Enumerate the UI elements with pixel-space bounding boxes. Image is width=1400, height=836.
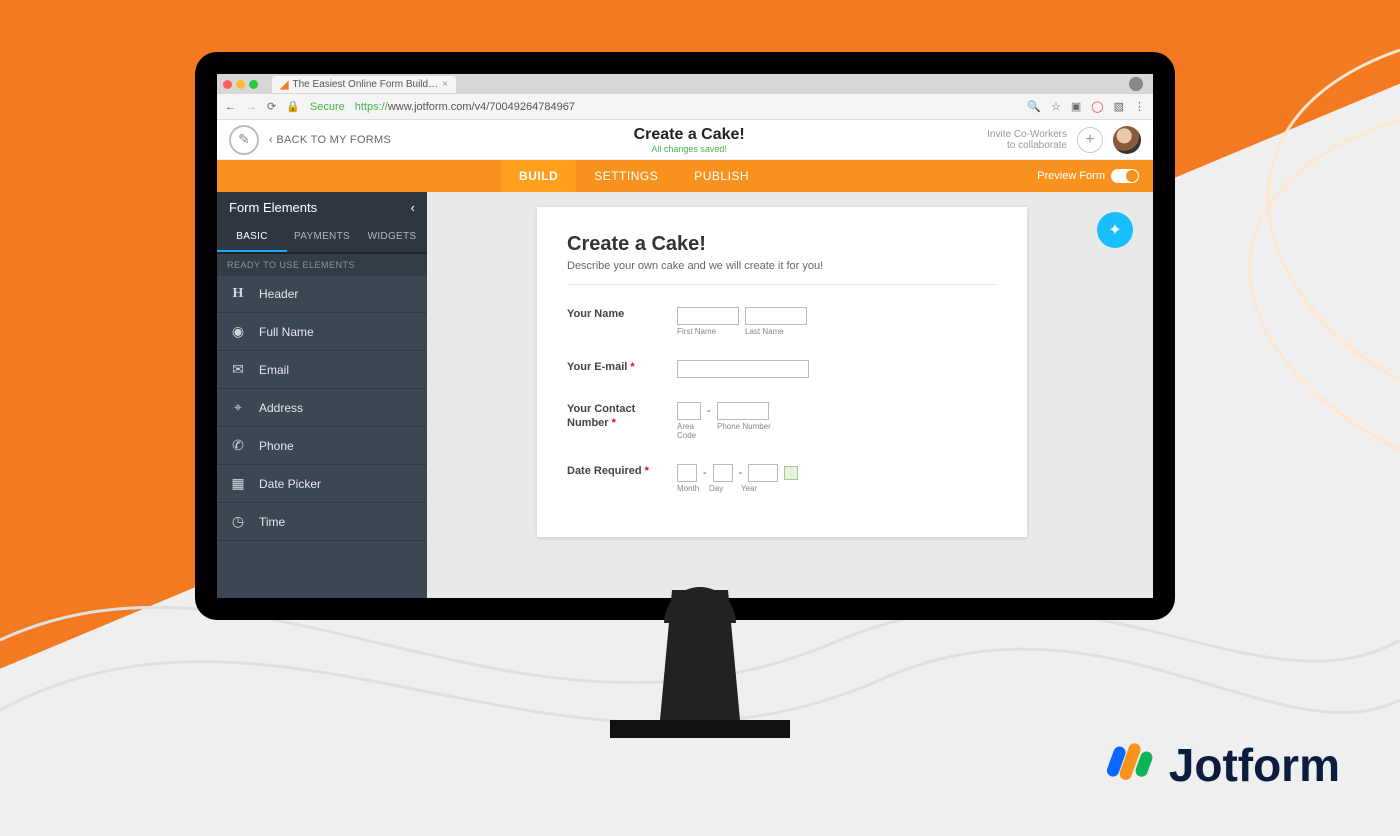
nav-reload-icon[interactable]: ⟳: [267, 100, 276, 113]
browser-address-bar: ← → ⟳ 🔒 Secure https://www.jotform.com/v…: [217, 94, 1153, 120]
day-input[interactable]: [713, 464, 733, 482]
tab-favicon-icon: ◢: [280, 78, 288, 91]
element-phone[interactable]: ✆ Phone: [217, 427, 427, 465]
sub-label: Area Code: [677, 422, 711, 440]
shield-icon[interactable]: ▧: [1114, 100, 1124, 113]
window-minimize-dot[interactable]: [236, 80, 245, 89]
app-header: ✎ ‹ BACK TO MY FORMS Create a Cake! All …: [217, 120, 1153, 160]
nav-back-icon[interactable]: ←: [225, 101, 236, 113]
monitor-base: [610, 720, 790, 738]
tab-close-icon[interactable]: ×: [442, 79, 448, 90]
invite-text: Invite Co-Workers to collaborate: [987, 129, 1067, 151]
calendar-icon: ▦: [229, 475, 247, 492]
clock-icon: ◷: [229, 513, 247, 530]
monitor-screen: ◢ The Easiest Online Form Build… × ← → ⟳…: [217, 74, 1153, 598]
sub-label: Year: [741, 484, 757, 493]
monitor-frame: ◢ The Easiest Online Form Build… × ← → ⟳…: [195, 52, 1175, 620]
user-avatar[interactable]: [1113, 126, 1141, 154]
magic-wand-icon: ✦: [1108, 220, 1121, 240]
element-time[interactable]: ◷ Time: [217, 503, 427, 541]
lock-icon: 🔒: [286, 100, 300, 113]
sidebar-tab-payments[interactable]: PAYMENTS: [287, 223, 357, 252]
month-input[interactable]: [677, 464, 697, 482]
field-contact-number[interactable]: Your Contact Number * - Area Code Phone …: [567, 402, 997, 440]
field-label: Your Name: [567, 307, 677, 336]
form-canvas[interactable]: Create a Cake! Describe your own cake an…: [537, 207, 1027, 537]
back-to-forms-link[interactable]: ‹ BACK TO MY FORMS: [269, 134, 391, 146]
sub-label: Phone Number: [717, 422, 771, 440]
jotform-brand: Jotform: [1105, 738, 1340, 792]
phone-number-input[interactable]: [717, 402, 769, 420]
browser-tab-bar: ◢ The Easiest Online Form Build… ×: [217, 74, 1153, 94]
form-subtitle: Describe your own cake and we will creat…: [567, 260, 997, 285]
header-element-icon: H: [229, 286, 247, 302]
location-pin-icon: ⌖: [229, 399, 247, 416]
last-name-input[interactable]: [745, 307, 807, 325]
area-code-input[interactable]: [677, 402, 701, 420]
nav-tab-build[interactable]: BUILD: [501, 160, 576, 192]
url-text[interactable]: https://www.jotform.com/v4/7004926478496…: [355, 101, 575, 113]
secure-label: Secure: [310, 101, 345, 113]
field-label: Date Required *: [567, 464, 677, 493]
design-fab-button[interactable]: ✦: [1097, 212, 1133, 248]
sidebar-section-label: READY TO USE ELEMENTS: [217, 254, 427, 276]
element-email[interactable]: ✉ Email: [217, 351, 427, 389]
collapse-sidebar-icon[interactable]: ‹: [411, 200, 415, 215]
browser-tab[interactable]: ◢ The Easiest Online Form Build… ×: [272, 76, 456, 93]
form-elements-sidebar: Form Elements ‹ BASIC PAYMENTS WIDGETS R…: [217, 192, 427, 598]
email-icon: ✉: [229, 361, 247, 378]
sidebar-header: Form Elements ‹: [217, 192, 427, 223]
opera-extension-icon[interactable]: ◯: [1091, 100, 1103, 113]
field-date-required[interactable]: Date Required * - -: [567, 464, 997, 493]
workspace: Form Elements ‹ BASIC PAYMENTS WIDGETS R…: [217, 192, 1153, 598]
sub-label: Day: [709, 484, 735, 493]
browser-profile-icon[interactable]: [1129, 77, 1143, 91]
element-header[interactable]: H Header: [217, 276, 427, 313]
user-icon: ◉: [229, 323, 247, 340]
year-input[interactable]: [748, 464, 778, 482]
sub-label: First Name: [677, 327, 739, 336]
tab-title: The Easiest Online Form Build…: [292, 79, 438, 90]
preview-form-toggle[interactable]: Preview Form: [1037, 169, 1139, 183]
save-status: All changes saved!: [401, 144, 977, 154]
invite-add-button[interactable]: +: [1077, 127, 1103, 153]
star-icon[interactable]: ☆: [1051, 100, 1061, 113]
dash-icon: -: [707, 405, 711, 417]
sub-label: Month: [677, 484, 703, 493]
element-date-picker[interactable]: ▦ Date Picker: [217, 465, 427, 503]
nav-forward-icon[interactable]: →: [246, 101, 257, 113]
form-nav: BUILD SETTINGS PUBLISH Preview Form: [217, 160, 1153, 192]
app-title: Create a Cake!: [401, 126, 977, 144]
form-title: Create a Cake!: [567, 233, 997, 256]
form-canvas-area: ✦ Create a Cake! Describe your own cake …: [427, 192, 1153, 598]
nav-tab-publish[interactable]: PUBLISH: [676, 160, 767, 192]
sidebar-tab-widgets[interactable]: WIDGETS: [357, 223, 427, 252]
field-label: Your E-mail *: [567, 360, 677, 378]
element-full-name[interactable]: ◉ Full Name: [217, 313, 427, 351]
toggle-switch-icon: [1111, 169, 1139, 183]
nav-tab-settings[interactable]: SETTINGS: [576, 160, 676, 192]
sidebar-tabs: BASIC PAYMENTS WIDGETS: [217, 223, 427, 254]
browser-menu-icon[interactable]: ⋮: [1134, 100, 1145, 113]
sidebar-tab-basic[interactable]: BASIC: [217, 223, 287, 252]
email-input[interactable]: [677, 360, 809, 378]
element-address[interactable]: ⌖ Address: [217, 389, 427, 427]
field-your-email[interactable]: Your E-mail *: [567, 360, 997, 378]
datepicker-icon[interactable]: [784, 466, 798, 480]
window-zoom-dot[interactable]: [249, 80, 258, 89]
phone-icon: ✆: [229, 437, 247, 454]
field-label: Your Contact Number *: [567, 402, 677, 440]
window-close-dot[interactable]: [223, 80, 232, 89]
app-logo-icon[interactable]: ✎: [229, 125, 259, 155]
monitor-stand: [660, 590, 740, 720]
first-name-input[interactable]: [677, 307, 739, 325]
extension-icon[interactable]: ▣: [1071, 100, 1081, 113]
jotform-logo-icon: [1105, 739, 1157, 791]
sub-label: Last Name: [745, 327, 807, 336]
field-your-name[interactable]: Your Name First Name Last Name: [567, 307, 997, 336]
chevron-left-icon: ‹: [269, 134, 273, 146]
jotform-wordmark: Jotform: [1169, 738, 1340, 792]
search-icon[interactable]: 🔍: [1027, 100, 1041, 113]
